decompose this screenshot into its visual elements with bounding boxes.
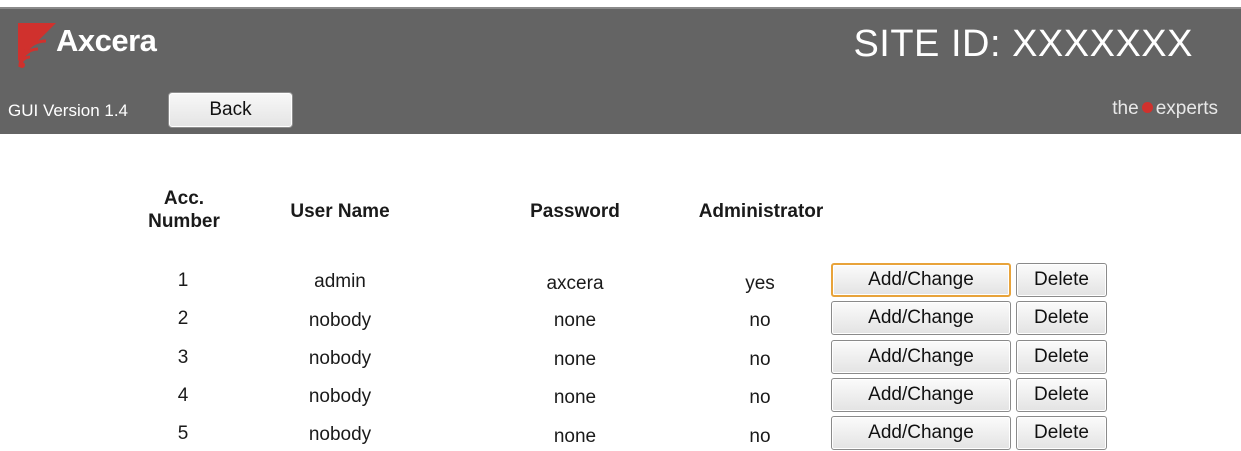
acc-number-cell: 3 bbox=[177, 347, 189, 368]
table-row: 4 nobody none no Add/Change Delete bbox=[0, 377, 1241, 415]
column-header-user-name: User Name bbox=[290, 201, 390, 222]
administrator-cell: no bbox=[749, 426, 771, 447]
user-name-cell: nobody bbox=[308, 424, 372, 445]
password-cell: none bbox=[553, 310, 597, 331]
add-change-button[interactable]: Add/Change bbox=[831, 263, 1011, 297]
column-header-password: Password bbox=[530, 201, 620, 222]
gui-version-label: GUI Version 1.4 bbox=[8, 101, 129, 120]
table-row: 5 nobody none no Add/Change Delete bbox=[0, 415, 1241, 451]
add-change-button[interactable]: Add/Change bbox=[831, 301, 1011, 335]
delete-button[interactable]: Delete bbox=[1016, 378, 1107, 412]
add-change-button[interactable]: Add/Change bbox=[831, 340, 1011, 374]
axcera-logo: Axcera bbox=[16, 19, 176, 75]
red-dot-icon bbox=[1141, 102, 1153, 113]
logo-text: Axcera bbox=[56, 23, 157, 58]
delete-button[interactable]: Delete bbox=[1016, 416, 1107, 450]
administrator-cell: no bbox=[749, 387, 771, 408]
column-header-acc-number: Acc. Number bbox=[144, 187, 224, 233]
delete-button[interactable]: Delete bbox=[1016, 301, 1107, 335]
administrator-cell: no bbox=[749, 310, 771, 331]
administrator-cell: no bbox=[749, 349, 771, 370]
table-row: 2 nobody none no Add/Change Delete bbox=[0, 300, 1241, 338]
administrator-cell: yes bbox=[745, 273, 775, 294]
column-header-administrator: Administrator bbox=[698, 201, 824, 222]
delete-button[interactable]: Delete bbox=[1016, 263, 1107, 297]
user-name-cell: nobody bbox=[308, 386, 372, 407]
user-name-cell: admin bbox=[314, 271, 366, 292]
add-change-button[interactable]: Add/Change bbox=[831, 378, 1011, 412]
table-row: 1 admin axcera yes Add/Change Delete bbox=[0, 262, 1241, 300]
header-bar: Axcera SITE ID: XXXXXXX GUI Version 1.4 … bbox=[0, 7, 1241, 134]
page: Axcera SITE ID: XXXXXXX GUI Version 1.4 … bbox=[0, 0, 1241, 451]
password-cell: none bbox=[553, 387, 597, 408]
user-name-cell: nobody bbox=[308, 310, 372, 331]
acc-number-cell: 5 bbox=[177, 423, 189, 444]
tagline: the experts bbox=[1112, 98, 1218, 120]
acc-number-cell: 4 bbox=[177, 385, 189, 406]
site-id-title: SITE ID: XXXXXXX bbox=[853, 23, 1193, 65]
tagline-the: the bbox=[1112, 98, 1139, 119]
password-cell: axcera bbox=[546, 273, 604, 294]
back-button[interactable]: Back bbox=[168, 92, 293, 128]
column-header-acc-line2: Number bbox=[148, 211, 220, 232]
table-row: 3 nobody none no Add/Change Delete bbox=[0, 339, 1241, 377]
add-change-button[interactable]: Add/Change bbox=[831, 416, 1011, 450]
delete-button[interactable]: Delete bbox=[1016, 340, 1107, 374]
user-name-cell: nobody bbox=[308, 348, 372, 369]
column-header-acc-line1: Acc. bbox=[163, 188, 205, 209]
tagline-experts: experts bbox=[1155, 98, 1218, 119]
acc-number-cell: 2 bbox=[177, 308, 189, 329]
password-cell: none bbox=[553, 426, 597, 447]
acc-number-cell: 1 bbox=[177, 270, 189, 291]
password-cell: none bbox=[553, 349, 597, 370]
